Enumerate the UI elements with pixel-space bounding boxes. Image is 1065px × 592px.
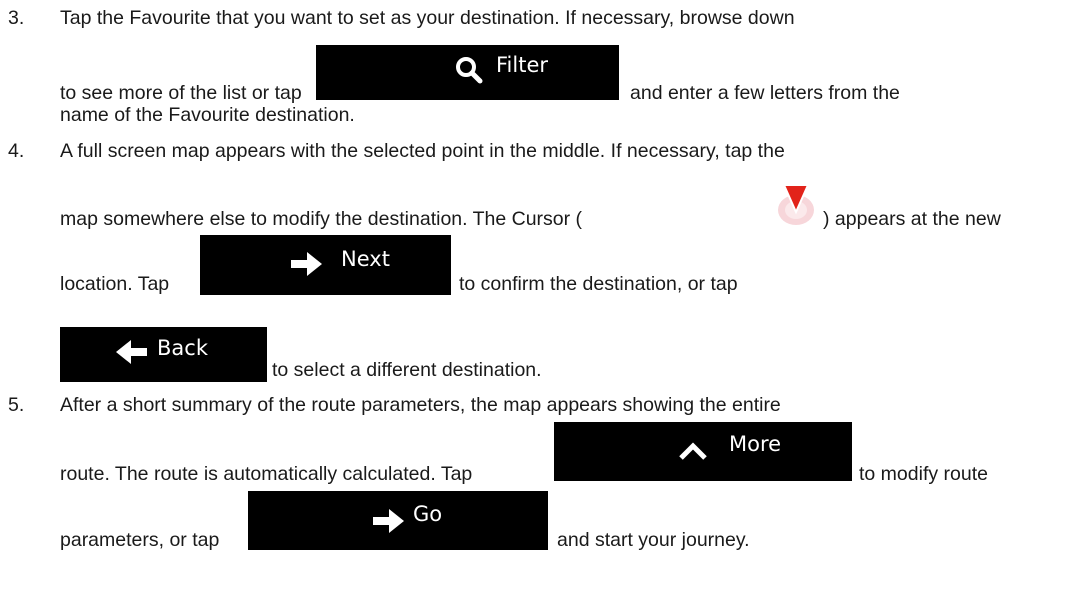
next-button-label: Next xyxy=(341,247,390,271)
step-5-line-2a: route. The route is automatically calcul… xyxy=(60,463,473,485)
step-3-line-1: Tap the Favourite that you want to set a… xyxy=(60,7,795,29)
step-4-line-4: to select a different destination. xyxy=(272,359,542,381)
go-button[interactable]: Go xyxy=(248,491,548,550)
search-icon xyxy=(456,57,483,84)
step-number: 5. xyxy=(8,394,25,416)
next-button[interactable]: Next xyxy=(200,235,451,295)
step-4-line-3b: to confirm the destination, or tap xyxy=(459,273,738,295)
step-3-line-2b: and enter a few letters from the xyxy=(630,82,900,104)
back-button[interactable]: Back xyxy=(60,327,267,382)
step-5-line-2b: to modify route xyxy=(859,463,988,485)
map-cursor-icon xyxy=(778,184,814,225)
go-button-label: Go xyxy=(413,502,443,526)
step-number: 4. xyxy=(8,140,25,162)
step-4-line-3a: location. Tap xyxy=(60,273,170,295)
step-5-line-3a: parameters, or tap xyxy=(60,529,220,551)
step-3-line-2a: to see more of the list or tap xyxy=(60,82,302,104)
step-5-line-1: After a short summary of the route param… xyxy=(60,394,781,416)
arrow-right-icon xyxy=(291,252,322,276)
chevron-up-icon xyxy=(679,442,707,460)
step-3-line-3: name of the Favourite destination. xyxy=(60,104,355,126)
step-4-line-2a: map somewhere else to modify the destina… xyxy=(60,208,583,230)
arrow-left-icon xyxy=(116,340,147,364)
step-4-line-2b: ) appears at the new xyxy=(823,208,1001,230)
step-number: 3. xyxy=(8,7,25,29)
more-button[interactable]: More xyxy=(554,422,852,481)
back-button-label: Back xyxy=(157,336,208,360)
more-button-label: More xyxy=(729,432,782,456)
filter-button-label: Filter xyxy=(496,53,549,77)
step-5-line-3b: and start your journey. xyxy=(557,529,750,551)
filter-button[interactable]: Filter xyxy=(316,45,619,100)
step-4-line-1: A full screen map appears with the selec… xyxy=(60,140,785,162)
arrow-right-icon xyxy=(373,509,404,533)
